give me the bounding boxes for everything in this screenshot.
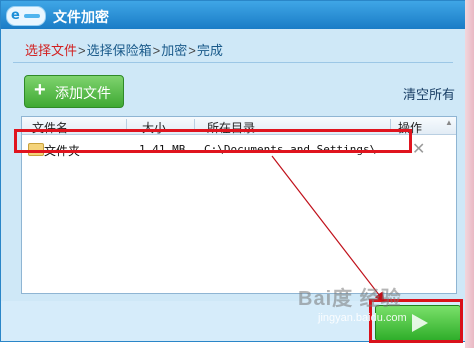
background-edge bbox=[465, 0, 474, 348]
close-icon[interactable]: ✕ bbox=[412, 139, 425, 159]
step-encrypt: 加密 bbox=[161, 43, 188, 58]
step-done: 完成 bbox=[196, 43, 223, 58]
title-bar[interactable]: e 文件加密 bbox=[1, 1, 465, 29]
watermark-logo: Bai度 经验 bbox=[298, 288, 402, 310]
step-select-safe: 选择保险箱 bbox=[86, 43, 152, 58]
plus-icon: + bbox=[34, 79, 46, 101]
clear-all-link[interactable]: 清空所有 bbox=[403, 84, 455, 103]
window-title: 文件加密 bbox=[53, 9, 109, 25]
360-logo-icon: e bbox=[6, 6, 46, 26]
step-select-file: 选择文件 bbox=[25, 43, 78, 58]
breadcrumb-separator: > bbox=[78, 43, 86, 58]
annotation-box-row bbox=[14, 129, 412, 153]
breadcrumb-separator: > bbox=[152, 43, 161, 58]
scroll-up-icon[interactable]: ▲ bbox=[445, 118, 453, 130]
breadcrumb-separator: > bbox=[188, 43, 196, 58]
watermark-url: jingyan.baidu.com bbox=[318, 312, 407, 324]
add-file-label: 添加文件 bbox=[55, 85, 111, 101]
breadcrumb: 选择文件>选择保险箱>加密>完成 bbox=[25, 40, 223, 59]
divider bbox=[13, 62, 453, 63]
add-file-button[interactable]: + 添加文件 bbox=[24, 75, 124, 108]
